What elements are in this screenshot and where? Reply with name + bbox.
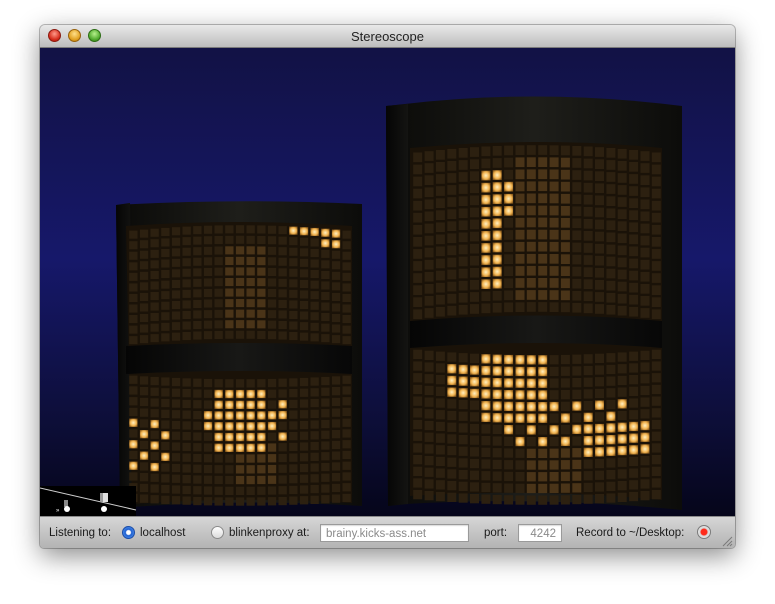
building-scene[interactable]: » bbox=[40, 48, 735, 516]
listening-label: Listening to: bbox=[49, 527, 112, 539]
localhost-label[interactable]: localhost bbox=[140, 527, 185, 539]
proxy-host-field[interactable]: brainy.kicks-ass.net bbox=[320, 524, 469, 542]
resize-grip-icon[interactable] bbox=[721, 535, 733, 547]
stereoscope-3d-view[interactable]: » bbox=[40, 48, 735, 516]
port-label: port: bbox=[484, 527, 508, 539]
record-label: Record to ~/Desktop: bbox=[576, 527, 685, 539]
title-bar[interactable]: Stereoscope bbox=[40, 25, 735, 48]
view-navigation-widget[interactable]: » bbox=[40, 486, 137, 516]
window-title: Stereoscope bbox=[351, 29, 424, 44]
building-left bbox=[116, 201, 362, 508]
localhost-radio[interactable] bbox=[122, 526, 135, 539]
blinkenproxy-radio[interactable] bbox=[211, 526, 224, 539]
main-window: Stereoscope » Listening to: localhost bl… bbox=[40, 25, 735, 548]
port-field[interactable]: 4242 bbox=[518, 524, 562, 542]
record-button[interactable] bbox=[697, 525, 711, 539]
building-right bbox=[386, 96, 682, 511]
blinkenproxy-label[interactable]: blinkenproxy at: bbox=[229, 527, 310, 539]
status-bar: Listening to: localhost blinkenproxy at:… bbox=[40, 516, 735, 548]
